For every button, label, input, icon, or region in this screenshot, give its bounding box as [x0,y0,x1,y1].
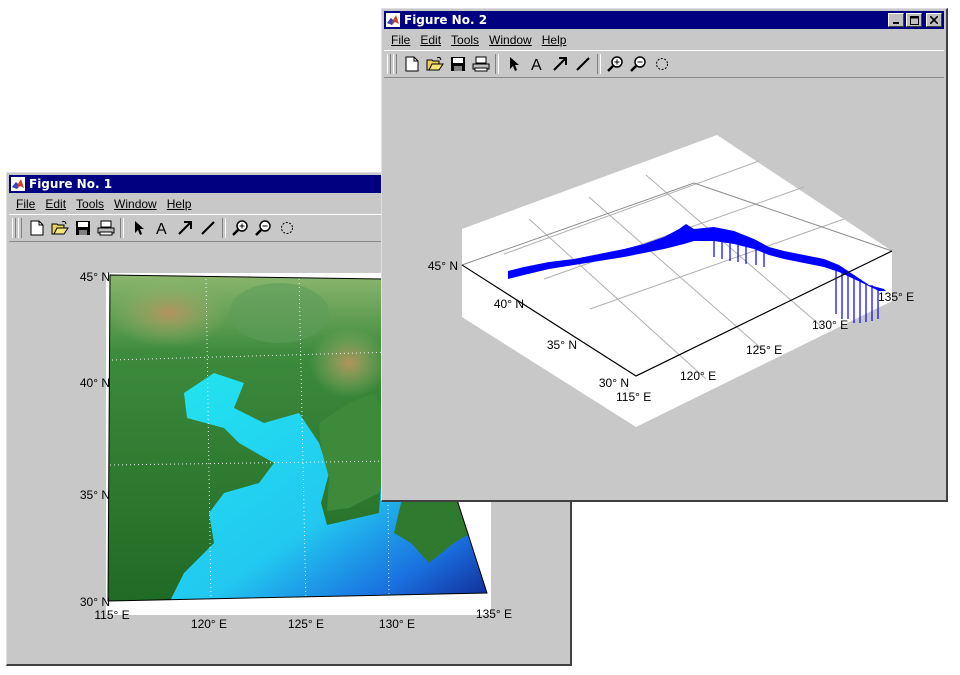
lon-label-135: 135° E [476,607,512,621]
insert-text-icon[interactable]: A [525,53,548,75]
lat-label-45: 45° N [80,270,110,284]
menu-bar: File Edit Tools Window Help [386,30,942,49]
menu-tools[interactable]: Tools [71,197,109,211]
select-arrow-icon[interactable] [127,217,150,239]
figure-window-2: Figure No. 2 File Edit Tools Window Help… [381,8,948,502]
lon-label-115: 115° E [94,608,129,622]
toolbar-grip[interactable] [12,218,16,238]
insert-arrow-icon[interactable] [548,53,571,75]
rotate-3d-icon[interactable] [275,217,298,239]
zoom-in-icon[interactable] [604,53,627,75]
menu-file[interactable]: File [11,197,40,211]
close-icon [930,16,938,24]
window-title: Figure No. 1 [29,177,113,191]
menu-help[interactable]: Help [537,33,572,47]
lon-label-135: 135° E [878,290,914,304]
open-folder-icon[interactable] [423,53,446,75]
svg-text:A: A [531,57,542,72]
lon-label-125: 125° E [288,617,324,631]
lon-label-120: 120° E [191,617,227,631]
menu-window[interactable]: Window [109,197,162,211]
insert-text-icon[interactable]: A [150,217,173,239]
matlab-logo-icon [386,13,400,27]
save-disk-icon[interactable] [71,217,94,239]
close-button[interactable] [926,13,942,27]
insert-line-icon[interactable] [196,217,219,239]
lon-label-130: 130° E [379,617,415,631]
lat-label-40: 40° N [494,297,524,311]
lon-label-125: 125° E [746,343,782,357]
print-icon[interactable] [94,217,117,239]
rotate-3d-icon[interactable] [650,53,673,75]
menu-edit[interactable]: Edit [415,33,446,47]
insert-line-icon[interactable] [571,53,594,75]
window-title: Figure No. 2 [404,13,488,27]
title-bar[interactable]: Figure No. 2 [384,11,944,29]
matlab-logo-icon [11,177,25,191]
lon-label-120: 120° E [680,369,716,383]
menu-tools[interactable]: Tools [446,33,484,47]
menu-file[interactable]: File [386,33,415,47]
insert-arrow-icon[interactable] [173,217,196,239]
minimize-button[interactable] [888,13,904,27]
lat-label-30: 30° N [80,595,110,609]
plot-3d-axes: 45° N 40° N 35° N 30° N 115° E 120° E 12… [428,135,914,427]
select-arrow-icon[interactable] [502,53,525,75]
lat-label-45: 45° N [428,259,458,273]
figure-canvas[interactable]: 45° N 40° N 35° N 30° N 115° E 120° E 12… [384,79,944,498]
toolbar-grip[interactable] [387,54,391,74]
maximize-button[interactable] [906,13,922,27]
lon-label-130: 130° E [812,318,848,332]
minimize-icon [893,22,899,24]
zoom-in-icon[interactable] [229,217,252,239]
new-file-icon[interactable] [400,53,423,75]
open-folder-icon[interactable] [48,217,71,239]
maximize-icon [909,15,919,25]
zoom-out-icon[interactable] [627,53,650,75]
svg-text:A: A [156,221,167,236]
lat-label-35: 35° N [547,338,577,352]
lat-label-30: 30° N [599,376,629,390]
figure-toolbar: A [384,50,944,78]
lat-label-40: 40° N [80,376,110,390]
lon-label-115: 115° E [616,390,651,404]
toolbar-grip[interactable] [393,54,397,74]
new-file-icon[interactable] [25,217,48,239]
zoom-out-icon[interactable] [252,217,275,239]
lat-label-35: 35° N [80,488,110,502]
menu-window[interactable]: Window [484,33,537,47]
toolbar-grip[interactable] [18,218,22,238]
print-icon[interactable] [469,53,492,75]
save-disk-icon[interactable] [446,53,469,75]
menu-help[interactable]: Help [162,197,197,211]
menu-edit[interactable]: Edit [40,197,71,211]
